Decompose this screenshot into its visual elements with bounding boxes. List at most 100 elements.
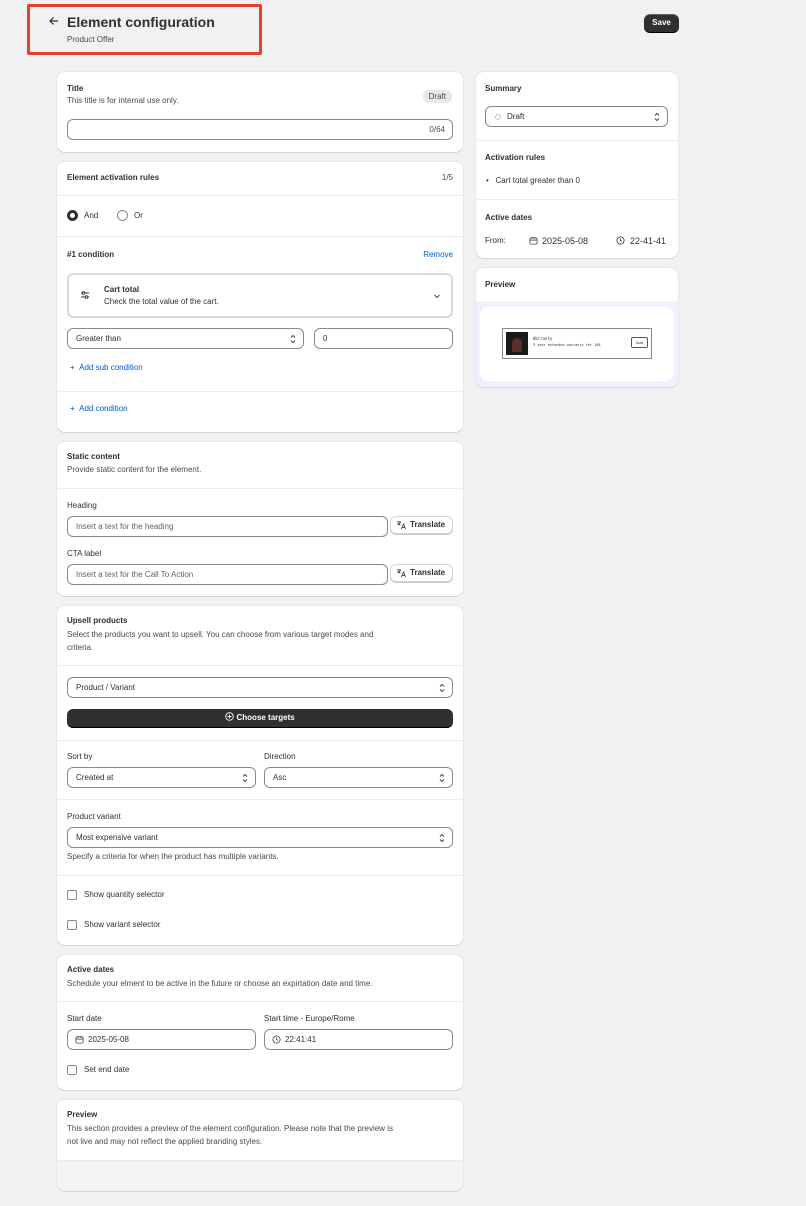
target-mode-value: Product / Variant <box>76 683 135 692</box>
operator-value: Greater than <box>76 334 121 343</box>
condition-selector[interactable]: Cart total Check the total value of the … <box>67 273 453 318</box>
heading-label: Heading <box>67 501 97 510</box>
select-arrows-icon <box>439 833 445 843</box>
set-end-date-label: Set end date <box>84 1065 130 1074</box>
select-arrows-icon <box>242 773 248 783</box>
show-quantity-checkbox[interactable] <box>67 890 77 900</box>
title-card: Title This title is for internal use onl… <box>57 72 463 152</box>
add-sub-condition-link[interactable]: + Add sub condition <box>70 363 143 372</box>
status-select[interactable]: Draft <box>485 106 668 127</box>
start-date-input[interactable]: 2025-05-08 <box>67 1029 256 1050</box>
condition-value: 0 <box>323 334 328 343</box>
direction-label: Direction <box>264 752 296 761</box>
start-date-label: Start date <box>67 1014 102 1023</box>
save-button[interactable]: Save <box>644 14 679 32</box>
title-help: This title is for internal use only. <box>67 96 179 105</box>
select-arrows-icon <box>290 334 296 344</box>
cta-input[interactable]: Insert a text for the Call To Action <box>67 564 388 585</box>
upsell-heading: Upsell products <box>67 616 128 625</box>
select-arrows-icon <box>439 683 445 693</box>
summary-card: Summary Draft Activation rules • Cart to… <box>476 72 678 258</box>
operator-select[interactable]: Greater than <box>67 328 304 349</box>
side-preview-card: Preview Warranty 3 year extended warrant… <box>476 268 678 387</box>
add-condition-link[interactable]: + Add condition <box>70 404 128 413</box>
add-button[interactable]: Add <box>631 337 648 348</box>
sort-by-select[interactable]: Created at <box>67 767 256 788</box>
clock-icon <box>616 236 625 245</box>
summary-date: 2025-05-08 <box>542 236 589 246</box>
static-heading: Static content <box>67 452 120 461</box>
active-dates-card: Active dates Schedule your elment to be … <box>57 955 463 1090</box>
preview-area <box>57 1161 463 1191</box>
static-help: Provide static content for the element. <box>67 465 202 474</box>
translate-icon <box>397 521 406 530</box>
status-value: Draft <box>507 112 525 121</box>
chevron-down-icon <box>434 294 440 299</box>
activation-rules-card: Element activation rules 1/5 And Or #1 c… <box>57 162 463 432</box>
summary-time: 22-41-41 <box>630 236 667 246</box>
choose-targets-button[interactable]: Choose targets <box>67 709 453 727</box>
translate-label: Translate <box>410 520 446 529</box>
offer-widget: Warranty 3 year extended warranty for 10… <box>502 328 652 359</box>
rules-count: 1/5 <box>441 173 453 182</box>
direction-select[interactable]: Asc <box>264 767 453 788</box>
sort-by-value: Created at <box>76 773 114 782</box>
active-dates-heading: Active dates <box>67 965 115 974</box>
or-radio[interactable] <box>117 210 128 221</box>
page-subtitle: Product Offer <box>67 35 115 44</box>
cta-placeholder: Insert a text for the Call To Action <box>76 570 194 579</box>
side-preview-area: Warranty 3 year extended warranty for 10… <box>476 301 678 387</box>
add-sub-label: Add sub condition <box>79 363 143 372</box>
summary-rule-item: • Cart total greater than 0 <box>486 176 580 185</box>
status-badge: Draft <box>422 90 452 103</box>
static-content-card: Static content Provide static content fo… <box>57 442 463 596</box>
start-time-value: 22:41:41 <box>285 1035 317 1044</box>
target-mode-select[interactable]: Product / Variant <box>67 677 453 698</box>
set-end-date-checkbox[interactable] <box>67 1065 77 1075</box>
title-input[interactable]: 0/64 <box>67 119 453 140</box>
and-radio[interactable] <box>67 210 78 221</box>
show-variant-checkbox[interactable] <box>67 920 77 930</box>
sort-by-label: Sort by <box>67 752 93 761</box>
preview-heading: Preview <box>67 1110 98 1119</box>
translate-icon <box>397 569 406 578</box>
rules-heading: Element activation rules <box>67 173 160 182</box>
select-arrows-icon <box>654 112 660 122</box>
product-variant-select[interactable]: Most expensive variant <box>67 827 453 848</box>
heading-placeholder: Insert a text for the heading <box>76 522 174 531</box>
sliders-icon <box>81 291 89 299</box>
product-title: Warranty <box>533 336 553 341</box>
preview-help-2: not live and may not reflect the applied… <box>67 1137 263 1146</box>
show-variant-label: Show variant selector <box>84 920 161 929</box>
remove-link[interactable]: Remove <box>423 250 453 259</box>
upsell-products-card: Upsell products Select the products you … <box>57 606 463 945</box>
condition-value-input[interactable]: 0 <box>314 328 453 349</box>
translate-heading-button[interactable]: Translate <box>390 516 453 534</box>
product-desc: 3 year extended warranty for 10$ <box>533 343 601 347</box>
direction-value: Asc <box>273 773 287 782</box>
upsell-help-1: Select the products you want to upsell. … <box>67 630 374 639</box>
preview-help-1: This section provides a preview of the e… <box>67 1124 393 1133</box>
summary-from-label: From: <box>485 236 506 245</box>
and-label: And <box>84 211 99 220</box>
status-dot-icon <box>495 114 501 120</box>
title-counter: 0/64 <box>429 125 445 134</box>
cta-label: CTA label <box>67 549 102 558</box>
show-quantity-label: Show quantity selector <box>84 890 165 899</box>
choose-targets-label: Choose targets <box>236 713 295 722</box>
back-arrow-icon[interactable] <box>48 15 62 29</box>
summary-heading: Summary <box>485 84 522 93</box>
summary-rule-text: Cart total greater than 0 <box>495 176 580 185</box>
start-time-input[interactable]: 22:41:41 <box>264 1029 453 1050</box>
calendar-icon <box>529 236 538 245</box>
title-label: Title <box>67 84 84 93</box>
upsell-help-2: criteria. <box>67 643 94 652</box>
condition-desc: Check the total value of the cart. <box>104 297 219 306</box>
heading-input[interactable]: Insert a text for the heading <box>67 516 388 537</box>
side-preview-heading: Preview <box>485 280 516 289</box>
start-date-value: 2025-05-08 <box>88 1035 129 1044</box>
clock-icon <box>272 1035 281 1044</box>
preview-card: Preview This section provides a preview … <box>57 1100 463 1191</box>
translate-cta-button[interactable]: Translate <box>390 564 453 582</box>
summary-rules-heading: Activation rules <box>485 153 546 162</box>
